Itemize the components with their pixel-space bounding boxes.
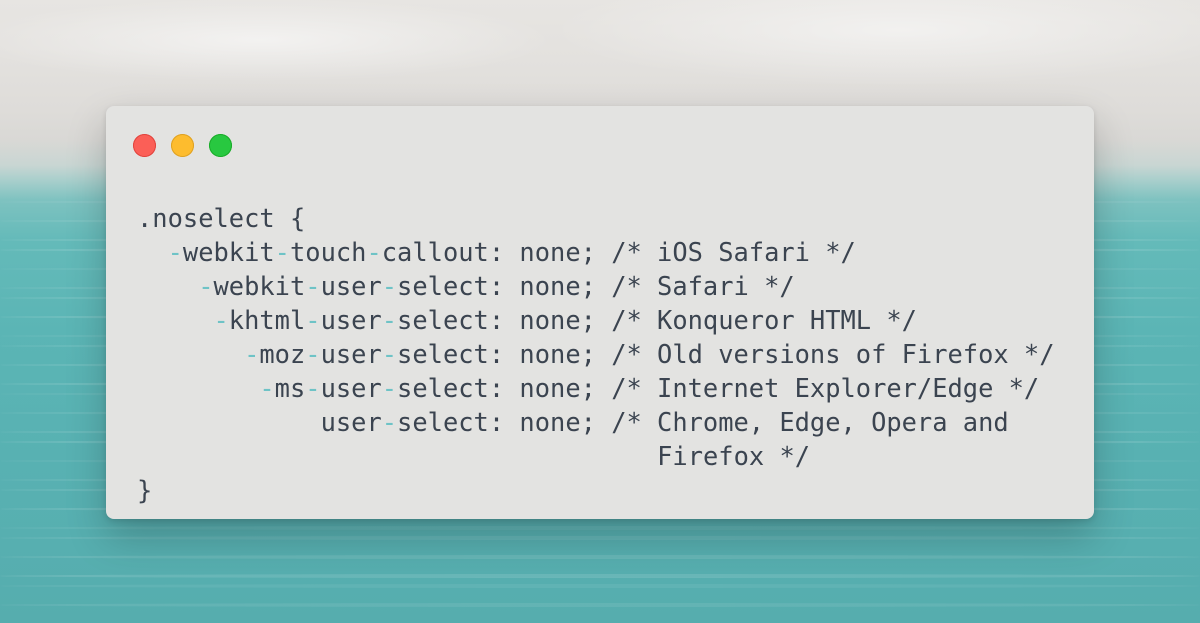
code-block: .noselect { -webkit-touch-callout: none;… (137, 201, 1055, 507)
zoom-button[interactable] (209, 134, 232, 157)
code-line: -moz-user-select: none; /* Old versions … (244, 339, 1055, 369)
water-ripple (0, 526, 1200, 530)
code-line: user-select: none; /* Chrome, Edge, Oper… (320, 407, 1009, 437)
water-ripple (0, 574, 1200, 578)
water-ripple (0, 555, 1200, 559)
minimize-button[interactable] (171, 134, 194, 157)
code-line: -webkit-user-select: none; /* Safari */ (198, 271, 795, 301)
code-line: -khtml-user-select: none; /* Konqueror H… (213, 305, 917, 335)
water-ripple (0, 603, 1200, 607)
water-ripple (0, 536, 1200, 540)
code-line: .noselect { (137, 203, 306, 233)
water-ripple (0, 584, 1200, 588)
code-line: } (137, 475, 153, 505)
code-line: Firefox */ (657, 441, 811, 471)
code-line: -ms-user-select: none; /* Internet Explo… (259, 373, 1040, 403)
window-titlebar (106, 106, 1094, 176)
code-window: .noselect { -webkit-touch-callout: none;… (106, 106, 1094, 519)
close-button[interactable] (133, 134, 156, 157)
code-line: -webkit-touch-callout: none; /* iOS Safa… (167, 237, 856, 267)
